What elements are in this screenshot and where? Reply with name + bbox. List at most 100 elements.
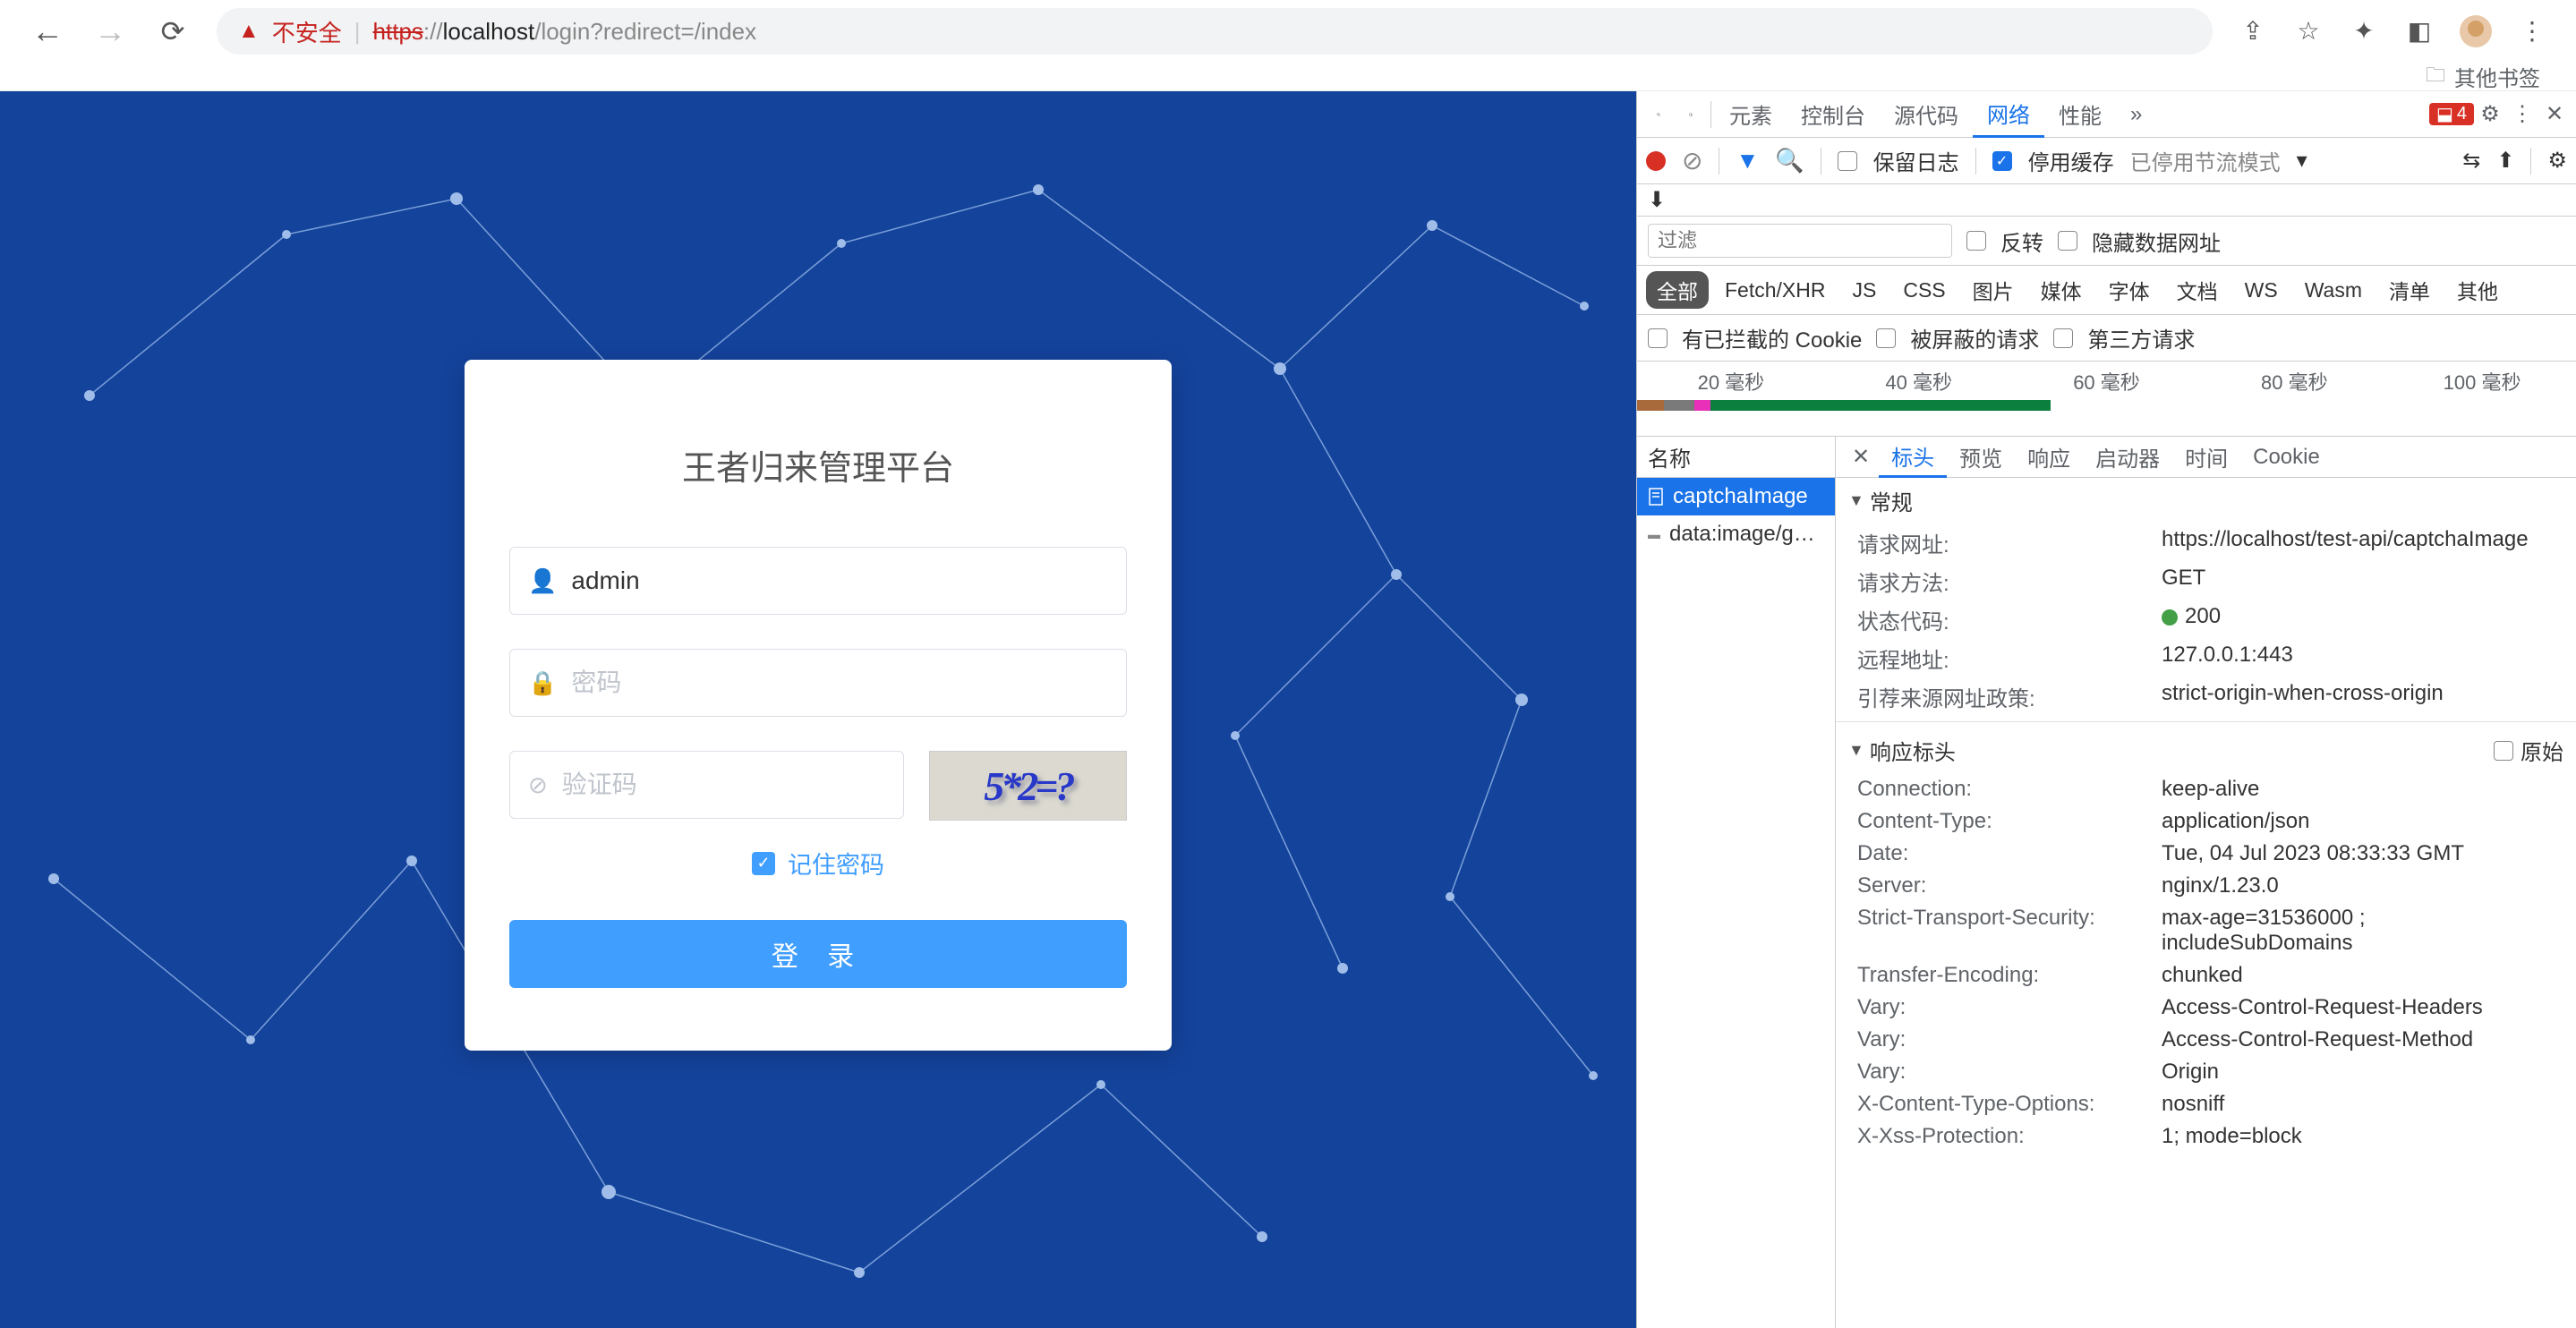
- search-icon[interactable]: 🔍: [1775, 147, 1804, 175]
- device-icon[interactable]: [1675, 91, 1707, 138]
- error-badge[interactable]: ⬓4: [2429, 103, 2474, 125]
- document-icon: [1648, 488, 1664, 506]
- type-other[interactable]: 其他: [2446, 271, 2509, 309]
- timeline[interactable]: 20 毫秒 40 毫秒 60 毫秒 80 毫秒 100 毫秒: [1637, 362, 2576, 437]
- inspect-icon[interactable]: [1642, 91, 1675, 138]
- header-key: Server:: [1857, 873, 2162, 898]
- header-value: Tue, 04 Jul 2023 08:33:33 GMT: [2162, 841, 2555, 866]
- dtab-preview[interactable]: 预览: [1947, 437, 2015, 478]
- tab-console[interactable]: 控制台: [1787, 91, 1880, 138]
- dtab-timing[interactable]: 时间: [2172, 437, 2240, 478]
- header-value: nginx/1.23.0: [2162, 873, 2555, 898]
- shield-icon: ⊘: [528, 771, 548, 799]
- type-wasm[interactable]: Wasm: [2294, 275, 2373, 306]
- lock-icon: 🔒: [528, 669, 557, 697]
- header-value: Origin: [2162, 1060, 2555, 1085]
- type-doc[interactable]: 文档: [2166, 271, 2229, 309]
- type-img[interactable]: 图片: [1962, 271, 2025, 309]
- star-icon[interactable]: ☆: [2293, 16, 2324, 47]
- settings-icon[interactable]: ⚙: [2474, 91, 2506, 138]
- thirdparty-checkbox[interactable]: [2053, 328, 2073, 348]
- throttle-chevron-icon[interactable]: ▾: [2297, 148, 2307, 174]
- close-detail-icon[interactable]: ✕: [1843, 444, 1879, 470]
- close-devtools-icon[interactable]: ✕: [2538, 91, 2571, 138]
- record-button[interactable]: [1646, 151, 1666, 171]
- invert-checkbox[interactable]: [1966, 231, 1986, 251]
- menu-icon[interactable]: ⋮: [2517, 16, 2547, 47]
- not-secure-label: 不安全: [272, 15, 342, 48]
- network-settings-icon[interactable]: ⚙: [2547, 148, 2567, 174]
- filter-input[interactable]: [1648, 224, 1952, 258]
- username-field[interactable]: 👤: [509, 547, 1127, 615]
- request-row[interactable]: ▬ data:image/g…: [1637, 515, 1835, 553]
- tab-elements[interactable]: 元素: [1715, 91, 1787, 138]
- blocked-req-label: 被屏蔽的请求: [1910, 322, 2039, 353]
- address-bar[interactable]: ▲ 不安全 | https://localhost/login?redirect…: [217, 8, 2213, 55]
- captcha-input[interactable]: [562, 770, 885, 799]
- blocked-cookies-checkbox[interactable]: [1648, 328, 1668, 348]
- header-key: Connection:: [1857, 777, 2162, 802]
- password-input[interactable]: [571, 668, 1108, 697]
- type-js[interactable]: JS: [1841, 275, 1887, 306]
- hide-url-checkbox[interactable]: [2058, 231, 2077, 251]
- filter-icon[interactable]: ▼: [1736, 147, 1759, 175]
- dtab-headers[interactable]: 标头: [1879, 437, 1947, 478]
- username-input[interactable]: [571, 566, 1108, 595]
- type-media[interactable]: 媒体: [2030, 271, 2093, 309]
- share-icon[interactable]: ⇪: [2238, 16, 2268, 47]
- type-fetch[interactable]: Fetch/XHR: [1714, 275, 1836, 306]
- raw-checkbox[interactable]: [2494, 741, 2513, 761]
- type-ws[interactable]: WS: [2234, 275, 2289, 306]
- type-all[interactable]: 全部: [1646, 271, 1709, 309]
- dtab-response[interactable]: 响应: [2015, 437, 2083, 478]
- not-secure-icon: ▲: [238, 19, 260, 44]
- type-font[interactable]: 字体: [2098, 271, 2161, 309]
- extension-icon[interactable]: ✦: [2349, 16, 2379, 47]
- header-value: Access-Control-Request-Headers: [2162, 995, 2555, 1020]
- login-button[interactable]: 登 录: [509, 920, 1127, 988]
- header-value: chunked: [2162, 963, 2555, 988]
- reload-button[interactable]: ⟳: [154, 14, 192, 48]
- download-icon[interactable]: ⬇: [1648, 187, 1666, 213]
- captcha-image[interactable]: 5*2=?: [929, 751, 1127, 821]
- tab-more[interactable]: »: [2116, 91, 2156, 138]
- blocked-req-checkbox[interactable]: [1876, 328, 1896, 348]
- header-value: 1; mode=block: [2162, 1124, 2555, 1149]
- header-key: Strict-Transport-Security:: [1857, 906, 2162, 956]
- name-column-header[interactable]: 名称: [1637, 437, 1835, 478]
- throttle-select[interactable]: 已停用节流模式: [2130, 145, 2281, 176]
- dtab-cookies[interactable]: Cookie: [2240, 437, 2333, 478]
- tab-sources[interactable]: 源代码: [1880, 91, 1973, 138]
- response-section-header[interactable]: 响应标头: [1870, 735, 1956, 766]
- password-field[interactable]: 🔒: [509, 649, 1127, 717]
- sidepanel-icon[interactable]: ◧: [2404, 16, 2435, 47]
- devtools-panel: 元素 控制台 源代码 网络 性能 » ⬓4 ⚙ ⋮ ✕ ⊘ ▼ 🔍 保留日志: [1636, 91, 2576, 1328]
- header-key: X-Xss-Protection:: [1857, 1124, 2162, 1149]
- invert-label: 反转: [2000, 226, 2043, 257]
- header-value: application/json: [2162, 809, 2555, 834]
- upload-icon[interactable]: ⬆: [2496, 148, 2514, 174]
- header-value: nosniff: [2162, 1092, 2555, 1117]
- disable-cache-checkbox[interactable]: ✓: [1992, 151, 2012, 171]
- type-manifest[interactable]: 清单: [2378, 271, 2441, 309]
- tab-performance[interactable]: 性能: [2044, 91, 2116, 138]
- back-button[interactable]: ←: [29, 13, 66, 50]
- header-key: Vary:: [1857, 995, 2162, 1020]
- kebab-icon[interactable]: ⋮: [2506, 91, 2538, 138]
- captcha-field[interactable]: ⊘: [509, 751, 904, 819]
- type-css[interactable]: CSS: [1892, 275, 1956, 306]
- header-value: keep-alive: [2162, 777, 2555, 802]
- forward-button[interactable]: →: [91, 13, 129, 50]
- thirdparty-label: 第三方请求: [2087, 322, 2195, 353]
- request-row[interactable]: captchaImage: [1637, 478, 1835, 515]
- profile-avatar[interactable]: [2460, 15, 2492, 47]
- clear-button[interactable]: ⊘: [1682, 146, 1702, 175]
- wifi-icon[interactable]: ⇆: [2462, 148, 2480, 174]
- general-section-header[interactable]: ▼常规: [1836, 478, 2576, 524]
- blocked-cookies-label: 有已拦截的 Cookie: [1682, 322, 1862, 353]
- tab-network[interactable]: 网络: [1973, 91, 2044, 138]
- other-bookmarks[interactable]: 其他书签: [2454, 61, 2540, 92]
- keep-log-checkbox[interactable]: [1838, 151, 1857, 171]
- remember-checkbox[interactable]: ✓ 记住密码: [509, 846, 1127, 881]
- dtab-initiator[interactable]: 启动器: [2083, 437, 2172, 478]
